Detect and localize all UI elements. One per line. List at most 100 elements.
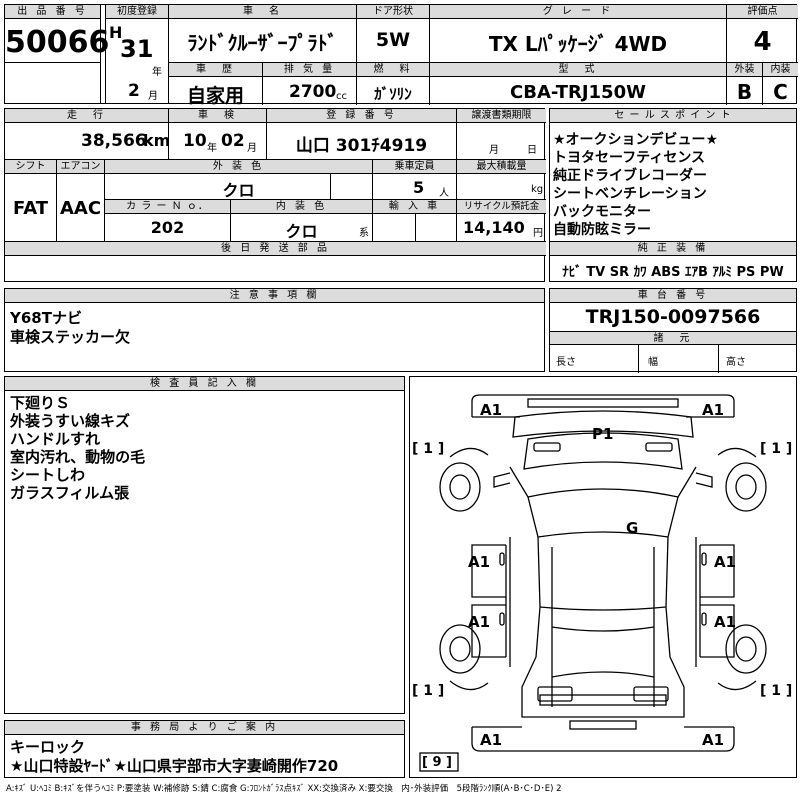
door-label: ドア形状 <box>357 5 429 19</box>
mark-tire-rr: [ 1 ] <box>760 683 793 699</box>
int-grade-cell: 内装 C <box>763 62 798 105</box>
sales-item: バックモニター <box>553 204 651 220</box>
sales-label: セ ー ル ス ポ イ ン ト <box>550 109 796 123</box>
note-line: Y68Tナビ <box>10 309 82 327</box>
chassis-label: 車 台 番 号 <box>550 289 796 303</box>
mark-fl-door: A1 <box>468 553 491 571</box>
import-cell: 輸 入 車 <box>373 199 457 241</box>
capacity-unit: 人 <box>439 188 449 199</box>
inspector-line: 外装うすい線キズ <box>10 412 131 430</box>
mileage: 38,566 <box>81 131 147 151</box>
plate-label: 登 録 番 号 <box>267 109 456 123</box>
office-label: 事 務 局 よ り ご 案 内 <box>5 721 404 735</box>
mileage-unit: km <box>143 131 171 150</box>
inspector-box: 検 査 員 記 入 欄 下廻りＳ 外装うすい線キズ ハンドルすれ 室内汚れ、動物… <box>4 376 405 714</box>
later-parts-cell: 後 日 発 送 部 品 <box>5 241 546 283</box>
shift: FAT <box>12 198 49 219</box>
mileage-label: 走 行 <box>5 109 168 123</box>
history: 自家用 <box>186 85 244 107</box>
inspection-label: 車 検 <box>169 109 266 123</box>
door-type: 5W <box>375 29 411 51</box>
inspector-list: 下廻りＳ 外装うすい線キズ ハンドルすれ 室内汚れ、動物の毛 シートしわ ガラス… <box>10 394 145 502</box>
grade: TX Lﾊﾟｯｹｰｼﾞ 4WD <box>488 32 668 56</box>
office-box: 事 務 局 よ り ご 案 内 キーロック ★山口特設ﾔｰﾄﾞ★山口県宇部市大字… <box>4 720 405 778</box>
sales-item: シートベンチレーション <box>553 186 707 202</box>
spec-table: 走 行 38,566 km 車 検 10 年 02 月 登 録 番 号 山口 3… <box>4 108 546 283</box>
int-label: 内装 <box>763 63 798 77</box>
sales-item: 自動防眩ミラー <box>553 222 651 238</box>
shift-cell: シフト FAT <box>5 159 57 241</box>
note-line: 車検ステッカー欠 <box>10 328 131 346</box>
shift-label: シフト <box>5 160 56 174</box>
lot-label: 出 品 番 号 <box>5 5 100 19</box>
transfer-cell: 譲渡書類期限 月 日 <box>457 109 546 159</box>
reg-month: 2 <box>128 81 140 101</box>
mark-roof: G <box>626 519 639 537</box>
inspection-month: 02 <box>221 131 245 151</box>
ac-label: エアコン <box>57 160 104 174</box>
transfer-month-unit: 月 <box>489 145 499 156</box>
maxload-label: 最大積載量 <box>457 160 546 174</box>
int-color-label: 内 装 色 <box>231 200 372 214</box>
mileage-cell: 走 行 38,566 km <box>5 109 171 159</box>
inspection-month-unit: 月 <box>247 143 257 154</box>
fuel-cell: 燃 料 ｶﾞｿﾘﾝ <box>357 62 430 105</box>
reg-label: 初度登録 <box>106 5 168 19</box>
history-cell: 車 歴 自家用 <box>169 62 263 107</box>
recycle-unit: 円 <box>533 228 543 239</box>
inspector-label: 検 査 員 記 入 欄 <box>5 377 404 391</box>
capacity-label: 乗車定員 <box>373 160 456 174</box>
mark-spare: [ 9 ] <box>422 755 452 770</box>
mark-front-right: A1 <box>702 401 725 419</box>
dims-row: 長さ 幅 高さ <box>550 345 796 373</box>
capacity-cell: 乗車定員 5 人 <box>373 159 457 199</box>
displacement-unit: cc <box>336 91 347 102</box>
score-cell: 評価点 4 <box>727 5 798 62</box>
displacement-label: 排 気 量 <box>263 63 356 77</box>
lot-cell: 出 品 番 号 50066 <box>5 5 110 103</box>
mark-rear-left: A1 <box>480 731 503 749</box>
inspector-line: ガラスフィルム張 <box>10 484 130 502</box>
ext-grade-cell: 外装 B <box>727 62 763 105</box>
displacement: 2700 <box>289 82 337 102</box>
mark-windshield: P1 <box>592 425 614 443</box>
ac: AAC <box>59 198 102 219</box>
notes-box: 注 意 事 項 欄 Y68Tナビ 車検ステッカー欠 <box>4 288 545 372</box>
inspector-line: 下廻りＳ <box>10 394 71 412</box>
fuel-label: 燃 料 <box>357 63 429 77</box>
first-registration-cell: 初度登録 H 31 年 2 月 <box>105 5 169 103</box>
notes-list: Y68Tナビ 車検ステッカー欠 <box>10 309 130 347</box>
height-label: 高さ <box>726 357 746 368</box>
sales-points-box: セ ー ル ス ポ イ ン ト ★オークションデビュー★ トヨタセーフティセンス… <box>549 108 797 282</box>
sales-list: ★オークションデビュー★ トヨタセーフティセンス 純正ドライブレコーダー シート… <box>553 131 718 239</box>
lot-number: 50066 <box>5 25 110 60</box>
inspector-line: ハンドルすれ <box>10 430 101 448</box>
office-list: キーロック ★山口特設ﾔｰﾄﾞ★山口県宇部市大字妻崎開作720 <box>10 738 338 776</box>
mark-front-left: A1 <box>480 401 503 419</box>
int-grade: C <box>773 80 788 104</box>
notes-label: 注 意 事 項 欄 <box>5 289 544 303</box>
ext-grade: B <box>736 80 753 104</box>
transfer-day-unit: 日 <box>527 145 537 156</box>
color-no-label: カ ラ ー Ｎ ｏ． <box>105 200 230 214</box>
mark-rear-right: A1 <box>702 731 725 749</box>
ext-color: クロ <box>222 181 255 200</box>
plate: 山口 301ﾁ4919 <box>295 136 428 156</box>
model-label: 型 式 <box>430 63 726 77</box>
inspection-year: 10 <box>183 131 207 151</box>
inspector-line: 室内汚れ、動物の毛 <box>10 448 146 466</box>
office-line: キーロック <box>10 738 86 756</box>
legend: A:ｷｽﾞ U:ﾍｺﾐ B:ｷｽﾞを伴うﾍｺﾐ P:要塗装 W:補修跡 S:錆 … <box>6 784 562 794</box>
month-unit: 月 <box>148 91 158 102</box>
car-name: ﾗﾝﾄﾞｸﾙｰｻﾞｰﾌﾟﾗﾄﾞ <box>187 31 338 55</box>
dims-label: 諸 元 <box>550 331 796 345</box>
mark-rl-door: A1 <box>468 613 491 631</box>
width-label: 幅 <box>648 357 658 368</box>
mark-tire-fl: [ 1 ] <box>412 441 445 457</box>
import-label: 輸 入 車 <box>373 200 456 214</box>
car-name-cell: 車 名 ﾗﾝﾄﾞｸﾙｰｻﾞｰﾌﾟﾗﾄﾞ <box>169 5 357 62</box>
int-color: クロ <box>285 222 318 241</box>
score: 4 <box>753 27 772 57</box>
ext-color-cell: 外 装 色 クロ <box>105 159 373 200</box>
recycle-cell: リサイクル預託金 14,140 円 <box>457 199 546 241</box>
